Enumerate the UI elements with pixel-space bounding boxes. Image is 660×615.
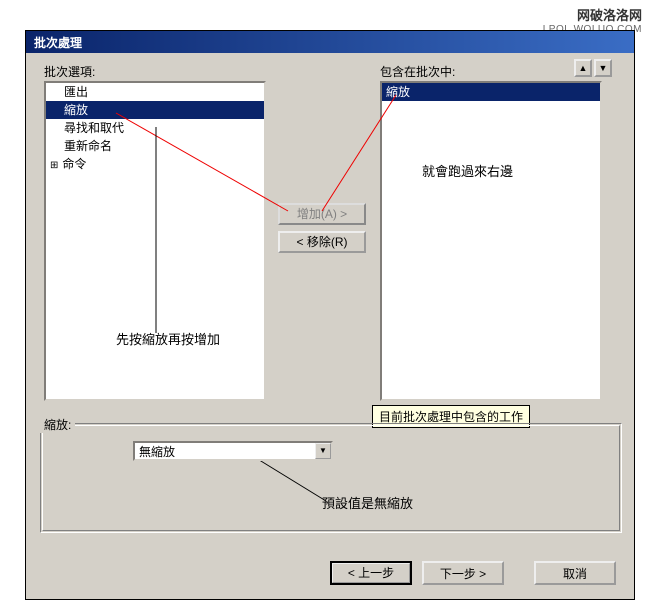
list-item-selected[interactable]: 縮放 [46,101,264,119]
move-down-button[interactable]: ▼ [594,59,612,77]
dialog-body: 批次選項: 包含在批次中: ▲ ▼ 匯出 縮放 尋找和取代 重新命名 命令 縮放… [26,53,634,599]
batch-listbox[interactable]: 縮放 [380,81,602,401]
list-item[interactable]: 匯出 [46,83,264,101]
watermark-line1: 网破洛洛网 [543,8,642,24]
list-item-selected[interactable]: 縮放 [382,83,600,101]
titlebar: 批次處理 [26,31,634,53]
add-button[interactable]: 增加(A) > [278,203,366,225]
scale-dropdown[interactable]: 無縮放 ▼ [133,441,333,461]
list-item[interactable]: 尋找和取代 [46,119,264,137]
right-list-label: 包含在批次中: [380,63,455,80]
move-up-button[interactable]: ▲ [574,59,592,77]
chevron-down-icon[interactable]: ▼ [315,443,331,459]
cancel-button[interactable]: 取消 [534,561,616,585]
left-list-label: 批次選項: [44,63,95,80]
dropdown-value: 無縮放 [135,443,315,460]
dialog-buttons: < 上一步 下一步 > 取消 [330,561,616,585]
list-item-expandable[interactable]: 命令 [46,155,264,175]
prev-button[interactable]: < 上一步 [330,561,412,585]
titlebar-text: 批次處理 [34,36,82,50]
scale-groupbox [40,423,622,533]
batch-dialog: 批次處理 批次選項: 包含在批次中: ▲ ▼ 匯出 縮放 尋找和取代 重新命名 … [25,30,635,600]
next-button[interactable]: 下一步 > [422,561,504,585]
options-listbox[interactable]: 匯出 縮放 尋找和取代 重新命名 命令 [44,81,266,401]
remove-button[interactable]: < 移除(R) [278,231,366,253]
list-item[interactable]: 重新命名 [46,137,264,155]
group-label: 縮放: [40,416,75,433]
reorder-buttons: ▲ ▼ [574,59,612,77]
